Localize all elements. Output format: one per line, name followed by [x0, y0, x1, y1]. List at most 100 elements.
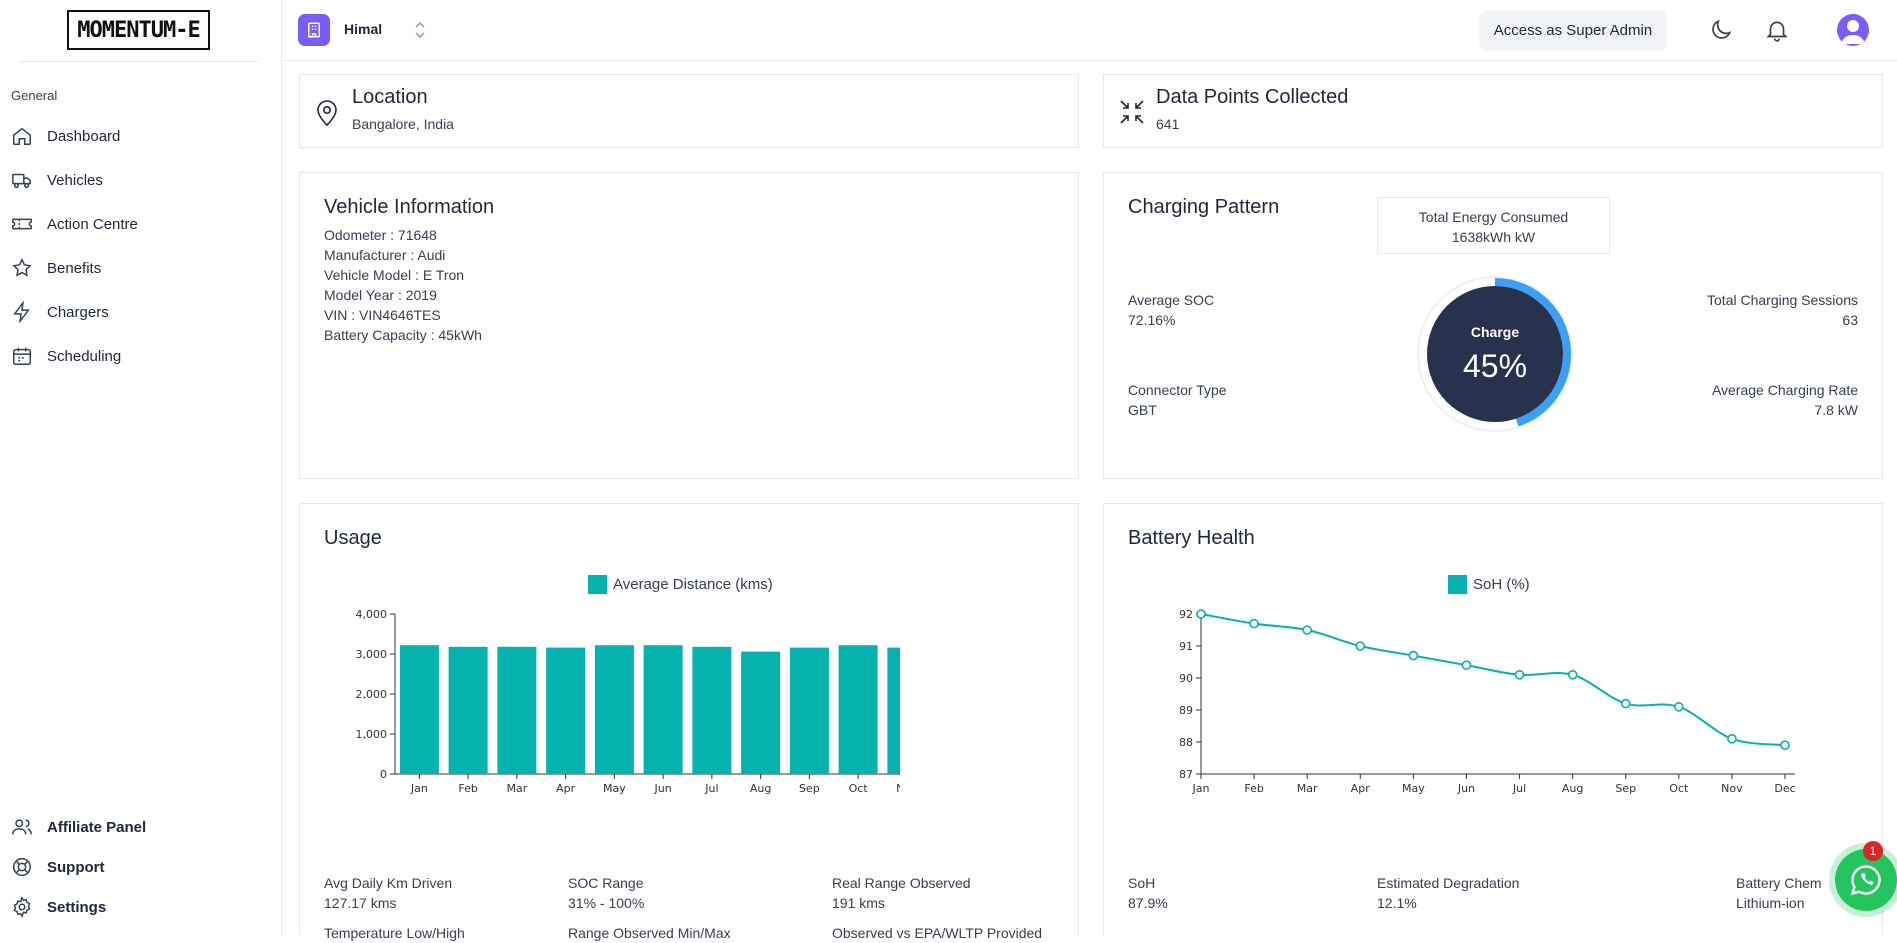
sidebar-item-dashboard[interactable]: Dashboard	[11, 121, 120, 151]
x-tick-label: Nov	[896, 782, 900, 795]
x-tick-label: Nov	[1721, 782, 1743, 795]
degradation-value: 12.1%	[1377, 895, 1417, 911]
real-range-value: 191 kms	[832, 895, 885, 911]
total-energy-value: 1638kWh kW	[1451, 229, 1536, 245]
soc-range-label: SOC Range	[568, 875, 644, 891]
temperature-label: Temperature Low/High	[324, 925, 465, 941]
soh-series-line	[1200, 613, 1786, 747]
ticket-icon	[12, 218, 32, 230]
bar	[399, 645, 439, 774]
y-tick-label: 87	[1179, 768, 1193, 781]
real-range-stat: Real Range Observed 191 kms	[832, 873, 971, 913]
data-point	[1302, 625, 1312, 635]
sidebar-item-support[interactable]: Support	[11, 852, 105, 882]
soh-line-chart: 87 88 89 90 91 92 Jan Feb Mar Apr May Jun Jul Aug Sep O…	[1179, 608, 1796, 795]
battery-health-title: Battery Health	[1128, 527, 1255, 549]
access-super-admin-button[interactable]: Access as Super Admin	[1480, 11, 1666, 49]
data-point	[1780, 740, 1790, 750]
x-tick-label: Aug	[1562, 782, 1583, 795]
y-tick-label: 1,000	[356, 728, 388, 741]
chevron-up-down-icon[interactable]	[413, 18, 427, 42]
manufacturer-text: Manufacturer : Audi	[324, 247, 446, 263]
soc-range-stat: SOC Range 31% - 100%	[568, 873, 644, 913]
data-point	[1727, 734, 1737, 744]
gauge-value: 45%	[1463, 348, 1527, 384]
x-tick-label: Jun	[654, 782, 672, 795]
x-tick-label: Mar	[506, 782, 527, 795]
bar	[448, 646, 488, 774]
battery-capacity-text: Battery Capacity : 45kWh	[324, 327, 482, 343]
nav-group-label: General	[11, 88, 58, 103]
x-tick-label: Oct	[849, 782, 869, 795]
battery-chemistry-value: Lithium-ion	[1736, 895, 1805, 911]
sidebar-item-scheduling[interactable]: Scheduling	[11, 341, 121, 371]
org-name[interactable]: Himal	[344, 21, 382, 37]
data-point	[1249, 618, 1259, 629]
x-tick-label: Apr	[556, 782, 576, 795]
x-tick-label: Oct	[1669, 782, 1689, 795]
epa-wltp-label: Observed vs EPA/WLTP Provided	[832, 925, 1043, 941]
data-point	[1408, 650, 1419, 661]
connector-type-value: GBT	[1128, 402, 1157, 418]
home-icon	[13, 127, 31, 145]
data-points-value: 641	[1156, 116, 1180, 132]
sidebar-item-benefits[interactable]: Benefits	[11, 253, 101, 283]
battery-health-card: Battery Health SoH (%) 87 88 89 90 91 92 Jan Fe…	[1103, 503, 1883, 935]
moon-icon[interactable]	[1708, 17, 1734, 43]
bell-icon[interactable]	[1764, 17, 1790, 43]
battery-chemistry-label: Battery Chem	[1736, 875, 1822, 891]
total-energy-label: Total Energy Consumed	[1418, 209, 1569, 225]
location-card: Location Bangalore, India	[299, 74, 1079, 148]
usage-bar-chart: 0 1,000 2,000 3,000 4,000 Jan Feb Mar Apr May Jun J…	[356, 608, 900, 795]
sidebar-item-label: Action Centre	[47, 215, 138, 233]
data-points-card: Data Points Collected 641	[1103, 74, 1883, 148]
sidebar-item-action-centre[interactable]: Action Centre	[11, 209, 138, 239]
bar	[594, 645, 634, 774]
org-building-icon[interactable]	[298, 14, 330, 46]
connector-type-label: Connector Type	[1128, 382, 1227, 398]
sidebar-item-chargers[interactable]: Chargers	[11, 297, 109, 327]
sidebar-item-vehicles[interactable]: Vehicles	[11, 165, 103, 195]
gear-icon	[13, 896, 31, 918]
legend-swatch	[588, 575, 607, 594]
total-sessions-label: Total Charging Sessions	[1707, 292, 1858, 308]
soh-stat: SoH 87.9%	[1128, 873, 1168, 913]
bar	[546, 647, 586, 774]
average-soc-value: 72.16%	[1128, 312, 1176, 328]
brand-logo[interactable]: MOMENTUM-E	[67, 10, 210, 50]
x-tick-label: Aug	[750, 782, 771, 795]
users-icon	[12, 819, 32, 835]
location-value: Bangalore, India	[352, 116, 454, 132]
x-tick-label: Sep	[1615, 782, 1636, 795]
vin-text: VIN : VIN4646TES	[324, 307, 441, 323]
x-tick-label: Apr	[1351, 782, 1371, 795]
y-tick-label: 89	[1179, 704, 1193, 717]
sidebar: MOMENTUM-E General Dashboard Vehicles Ac…	[0, 0, 282, 935]
truck-icon	[12, 173, 31, 189]
gauge-label: Charge	[1471, 324, 1519, 340]
model-year-text: Model Year : 2019	[324, 287, 437, 303]
y-tick-label: 0	[380, 768, 387, 781]
vehicle-info-title: Vehicle Information	[324, 196, 495, 218]
bar	[789, 647, 829, 774]
data-point	[1620, 698, 1631, 709]
sidebar-item-label: Chargers	[47, 303, 109, 321]
divider	[20, 61, 258, 62]
x-tick-label: May	[1402, 782, 1425, 795]
sidebar-item-settings[interactable]: Settings	[11, 892, 106, 922]
degradation-stat: Estimated Degradation 12.1%	[1377, 873, 1519, 913]
charging-rate-value: 7.8 kW	[1814, 402, 1858, 418]
average-soc-label: Average SOC	[1128, 292, 1215, 308]
real-range-label: Real Range Observed	[832, 875, 971, 891]
avatar[interactable]	[1837, 14, 1869, 46]
charge-gauge: Charge 45%	[1417, 276, 1573, 432]
charging-pattern-title: Charging Pattern	[1128, 196, 1280, 218]
sidebar-item-label: Scheduling	[47, 347, 122, 365]
sidebar-item-affiliate-panel[interactable]: Affiliate Panel	[11, 812, 146, 842]
avg-daily-km-label: Avg Daily Km Driven	[324, 875, 453, 891]
degradation-label: Estimated Degradation	[1377, 875, 1520, 891]
battery-chemistry-stat: Battery Chem Lithium-ion	[1736, 873, 1822, 913]
notification-badge: 1	[1863, 841, 1883, 861]
x-tick-label: Feb	[458, 782, 477, 795]
sidebar-item-label: Vehicles	[47, 171, 103, 189]
